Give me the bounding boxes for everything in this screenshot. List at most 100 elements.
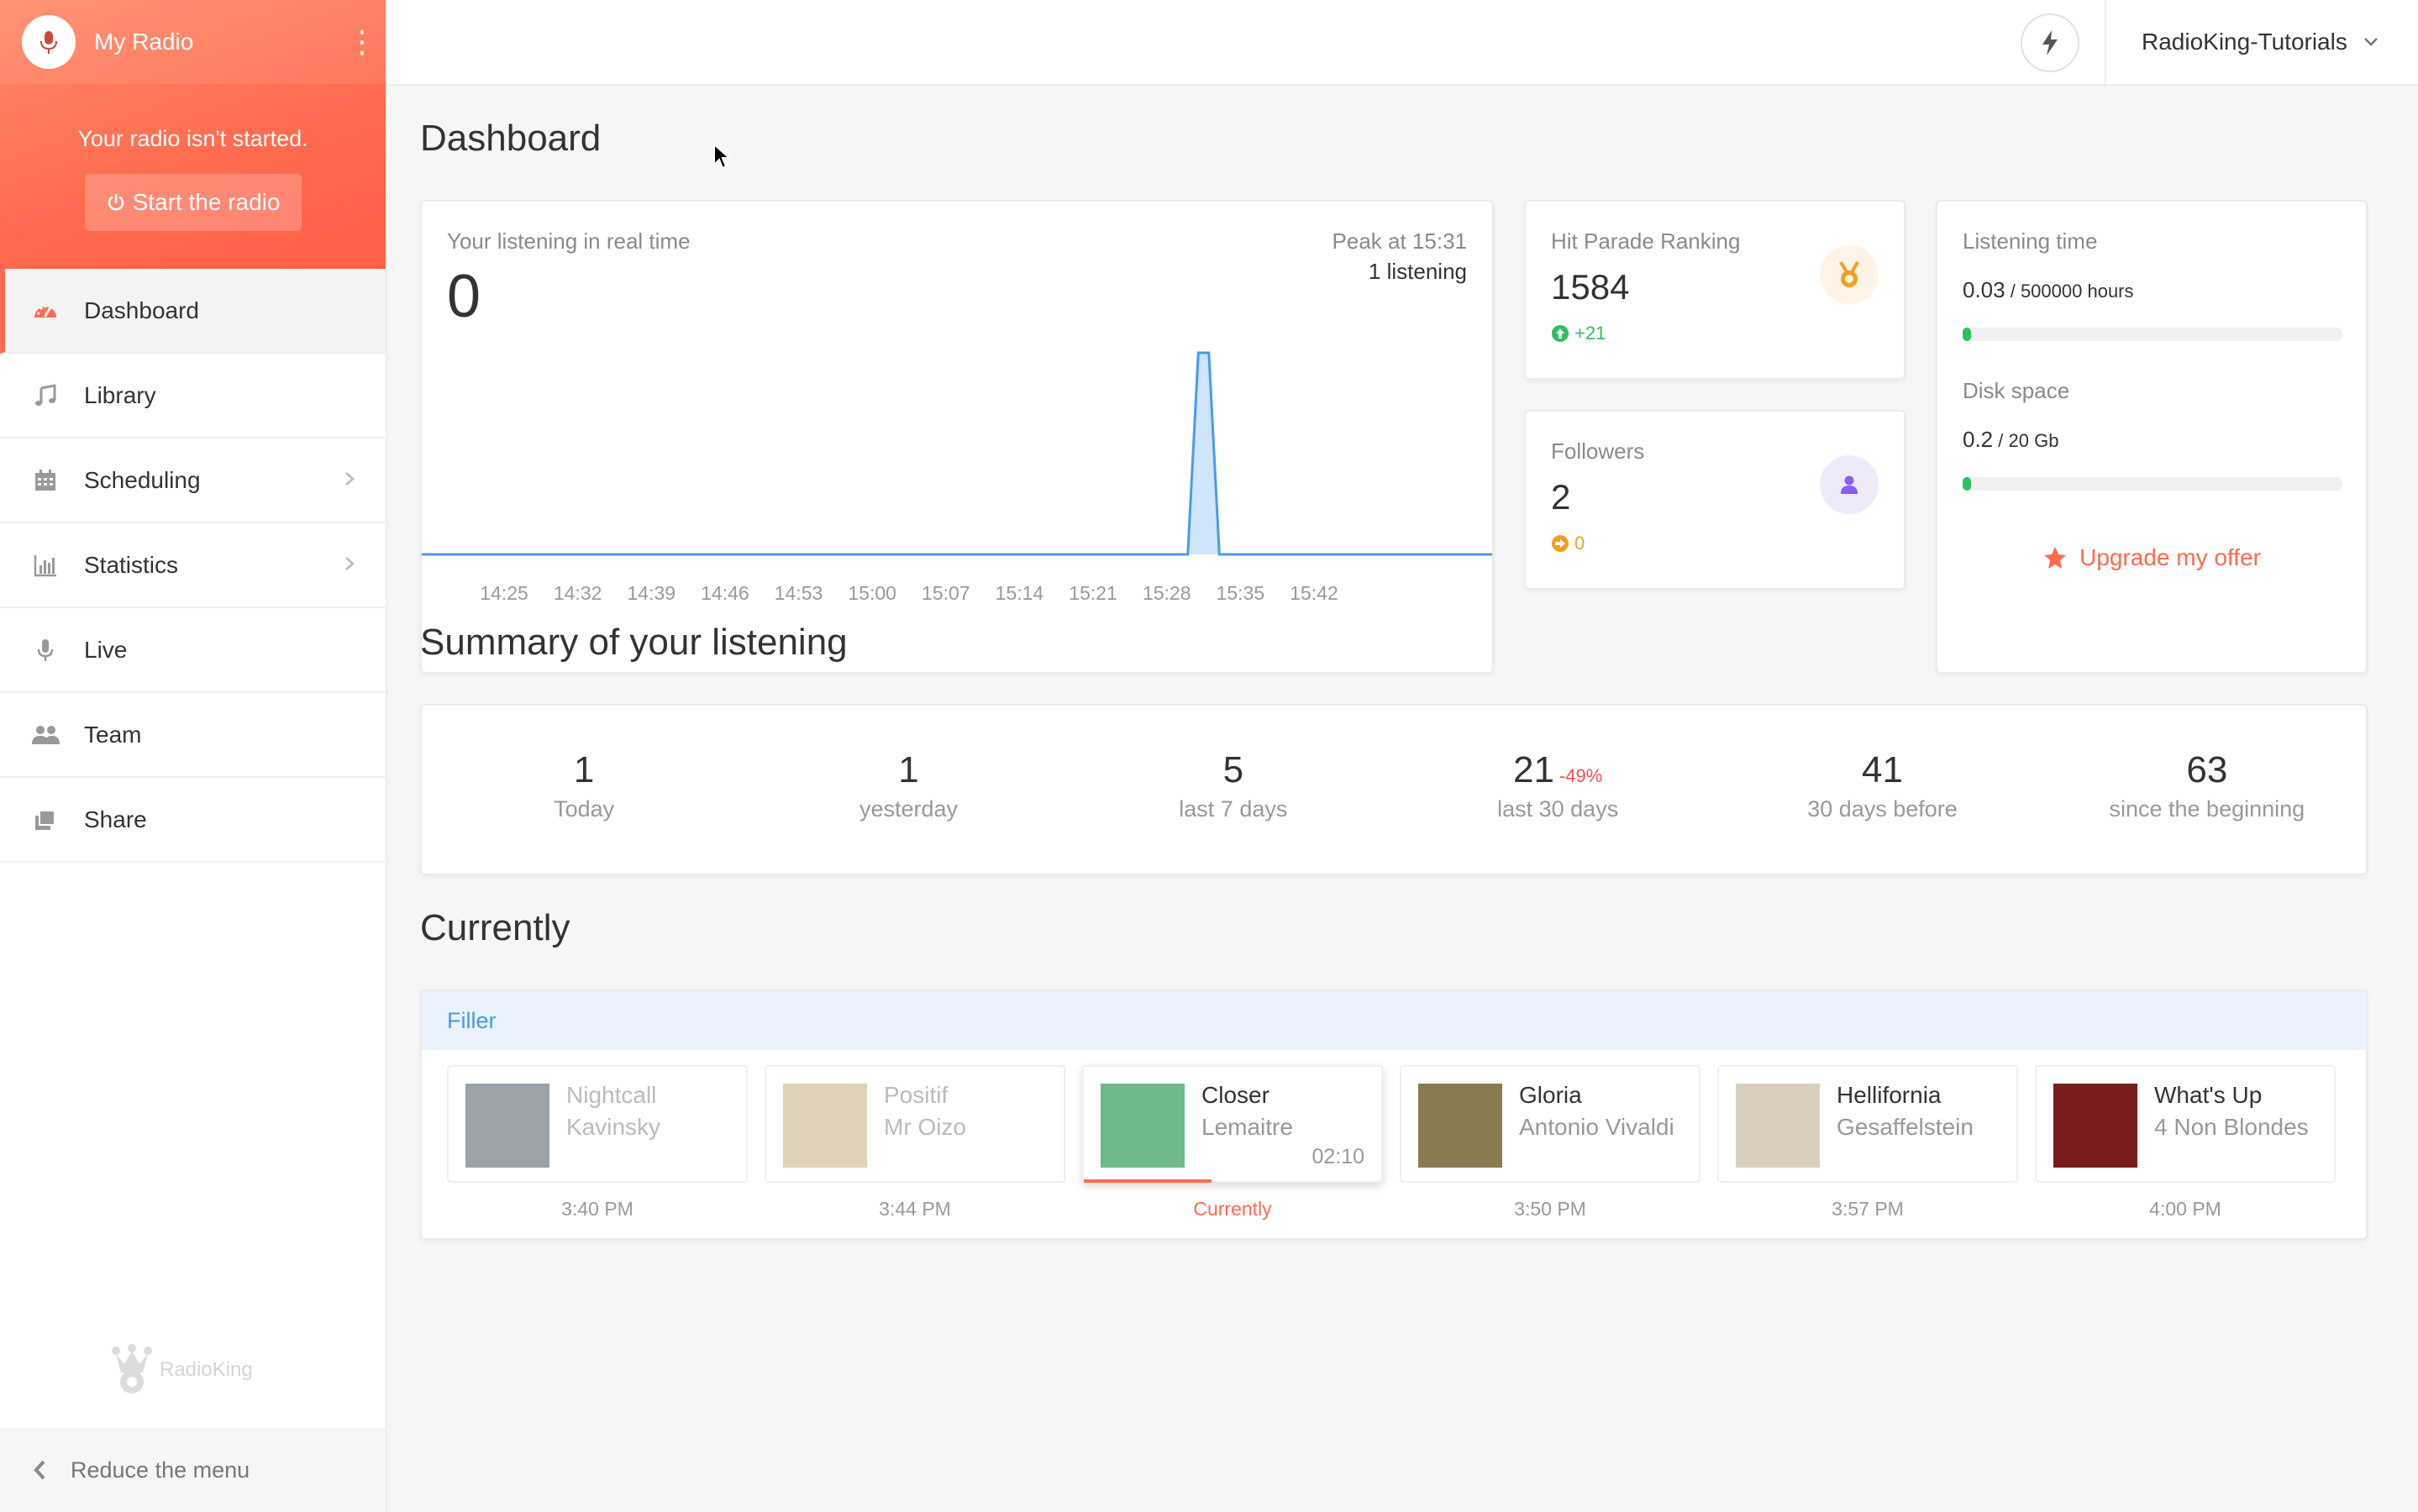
chart-x-tick-label: 15:42	[1290, 582, 1338, 604]
account-name: RadioKing-Tutorials	[2142, 29, 2347, 55]
chart-x-tick-label: 15:28	[1143, 582, 1191, 604]
summary-stat-label: 30 days before	[1807, 796, 1958, 822]
summary-stat: 1 yesterday	[783, 749, 1035, 822]
followers-change: 0	[1551, 533, 1585, 554]
listening-time-number: 0.03	[1963, 277, 2005, 302]
microphone-icon	[30, 635, 60, 665]
realtime-listening-card: Your listening in real time 0 Peak at 15…	[420, 200, 1494, 674]
start-radio-label: Start the radio	[132, 189, 281, 215]
track-card[interactable]: Gloria Antonio Vivaldi	[1400, 1065, 1700, 1183]
sidebar-header: My Radio ⋮ Your radio isn't started. Sta…	[0, 0, 386, 269]
track-card[interactable]: Hellifornia Gesaffelstein	[1717, 1065, 2018, 1183]
radio-status-message: Your radio isn't started.	[77, 126, 308, 151]
quick-actions-button[interactable]	[2021, 13, 2079, 72]
usage-card: Listening time 0.03 / 500000 hours Disk …	[1936, 200, 2368, 674]
album-art	[783, 1084, 867, 1168]
bar-chart-icon	[30, 550, 60, 580]
sidebar-item-scheduling[interactable]: Scheduling	[0, 438, 386, 523]
arrow-right-circle-icon	[1552, 535, 1569, 552]
sidebar-item-label: Library	[84, 381, 156, 408]
sidebar-item-label: Statistics	[84, 551, 179, 578]
track-artist: Mr Oizo	[884, 1114, 966, 1140]
sidebar-item-library[interactable]: Library	[0, 354, 386, 438]
radio-avatar	[22, 15, 76, 69]
radioking-brand-text: RadioKing	[160, 1358, 253, 1381]
disk-space-bar-fill	[1963, 477, 1971, 491]
account-dropdown[interactable]: RadioKing-Tutorials	[2142, 0, 2379, 84]
reduce-menu-button[interactable]: Reduce the menu	[0, 1428, 386, 1512]
chart-x-tick-label: 15:07	[922, 582, 970, 604]
chart-x-tick-label: 15:14	[996, 582, 1044, 604]
album-art	[1736, 1084, 1820, 1168]
track-card[interactable]: Nightcall Kavinsky	[447, 1065, 748, 1183]
sidebar-nav: Dashboard Library Scheduling Statistics	[0, 269, 386, 863]
track-card[interactable]: Positif Mr Oizo	[765, 1065, 1065, 1183]
track-title: Nightcall	[566, 1082, 657, 1108]
lightning-bolt-icon	[2042, 30, 2058, 55]
hit-parade-card: Hit Parade Ranking 1584 +21	[1524, 200, 1905, 380]
sidebar-item-team[interactable]: Team	[0, 693, 386, 778]
track-artist: 4 Non Blondes	[2154, 1114, 2309, 1140]
listening-time-bar	[1963, 328, 2342, 341]
sidebar-item-dashboard[interactable]: Dashboard	[0, 269, 386, 354]
summary-stat: 21 -49% last 30 days	[1432, 749, 1684, 822]
hit-parade-value: 1584	[1551, 267, 1630, 307]
summary-stat: 1 Today	[458, 749, 710, 822]
crown-logo-icon	[112, 1344, 152, 1394]
user-icon	[1841, 475, 1858, 494]
track-card[interactable]: What's Up 4 Non Blondes	[2035, 1065, 2336, 1183]
summary-stat-label: last 7 days	[1179, 796, 1288, 822]
radio-selector[interactable]: My Radio ⋮	[0, 0, 386, 84]
track-time: 4:00 PM	[2149, 1198, 2221, 1220]
chevron-down-icon	[2363, 38, 2378, 46]
sidebar-item-share[interactable]: Share	[0, 778, 386, 863]
chart-x-tick-label: 14:39	[627, 582, 675, 604]
sidebar-item-statistics[interactable]: Statistics	[0, 523, 386, 608]
track-card[interactable]: Closer Lemaitre 02:10	[1082, 1065, 1383, 1183]
chart-x-tick-label: 15:00	[848, 582, 896, 604]
hit-parade-label: Hit Parade Ranking	[1551, 228, 1741, 254]
realtime-chart: 14:25 14:32 14:39 14:46 14:53 15:00 15:07 15:14…	[422, 351, 1492, 604]
hit-parade-change: +21	[1551, 323, 1606, 344]
microphone-logo-icon	[33, 26, 65, 58]
sidebar-item-label: Dashboard	[84, 297, 199, 323]
followers-change-value: 0	[1574, 533, 1585, 554]
summary-stat: 41 30 days before	[1757, 749, 2009, 822]
track-progress-bar	[1084, 1179, 1212, 1183]
arrow-up-circle-icon	[1552, 325, 1569, 342]
summary-stat-change: -49%	[1559, 765, 1603, 786]
playlist-header: Filler	[422, 991, 2366, 1050]
followers-value: 2	[1551, 477, 1571, 517]
summary-stat-label: Today	[554, 796, 615, 822]
sidebar-item-label: Team	[84, 721, 142, 748]
upgrade-offer-link[interactable]: Upgrade my offer	[1937, 544, 2366, 571]
album-art	[465, 1084, 549, 1168]
summary-stat: 5 last 7 days	[1107, 749, 1359, 822]
currently-card: Filler Nightcall Kavinsky 3:40 PM Positif Mr…	[420, 990, 2368, 1240]
track-artist: Gesaffelstein	[1837, 1114, 1974, 1140]
sidebar-item-live[interactable]: Live	[0, 608, 386, 693]
summary-stat-number: 1	[898, 749, 919, 790]
users-icon	[30, 720, 60, 750]
disk-space-unit: / 20 Gb	[1993, 430, 2059, 451]
sidebar: My Radio ⋮ Your radio isn't started. Sta…	[0, 0, 387, 1512]
summary-stat-value: 5	[1107, 749, 1359, 791]
listening-time-bar-fill	[1963, 328, 1971, 341]
track-artist: Lemaitre	[1201, 1114, 1293, 1140]
dashboard-icon	[30, 296, 60, 326]
track-title: Gloria	[1519, 1082, 1582, 1108]
summary-stat-number: 41	[1862, 749, 1903, 790]
chart-series-line	[422, 351, 1492, 556]
summary-title: Summary of your listening	[420, 622, 848, 663]
track-time: 3:57 PM	[1832, 1198, 1904, 1220]
user-badge	[1820, 455, 1879, 514]
summary-stat-number: 21	[1513, 749, 1554, 790]
track-time: 3:44 PM	[879, 1198, 951, 1220]
album-art	[1418, 1084, 1502, 1168]
chevron-right-icon	[344, 467, 386, 493]
disk-space-number: 0.2	[1963, 427, 1994, 452]
sidebar-item-label: Share	[84, 806, 147, 832]
album-art	[1101, 1084, 1185, 1168]
start-radio-button[interactable]: Start the radio	[84, 174, 302, 231]
kebab-menu-icon[interactable]: ⋮	[347, 27, 377, 57]
